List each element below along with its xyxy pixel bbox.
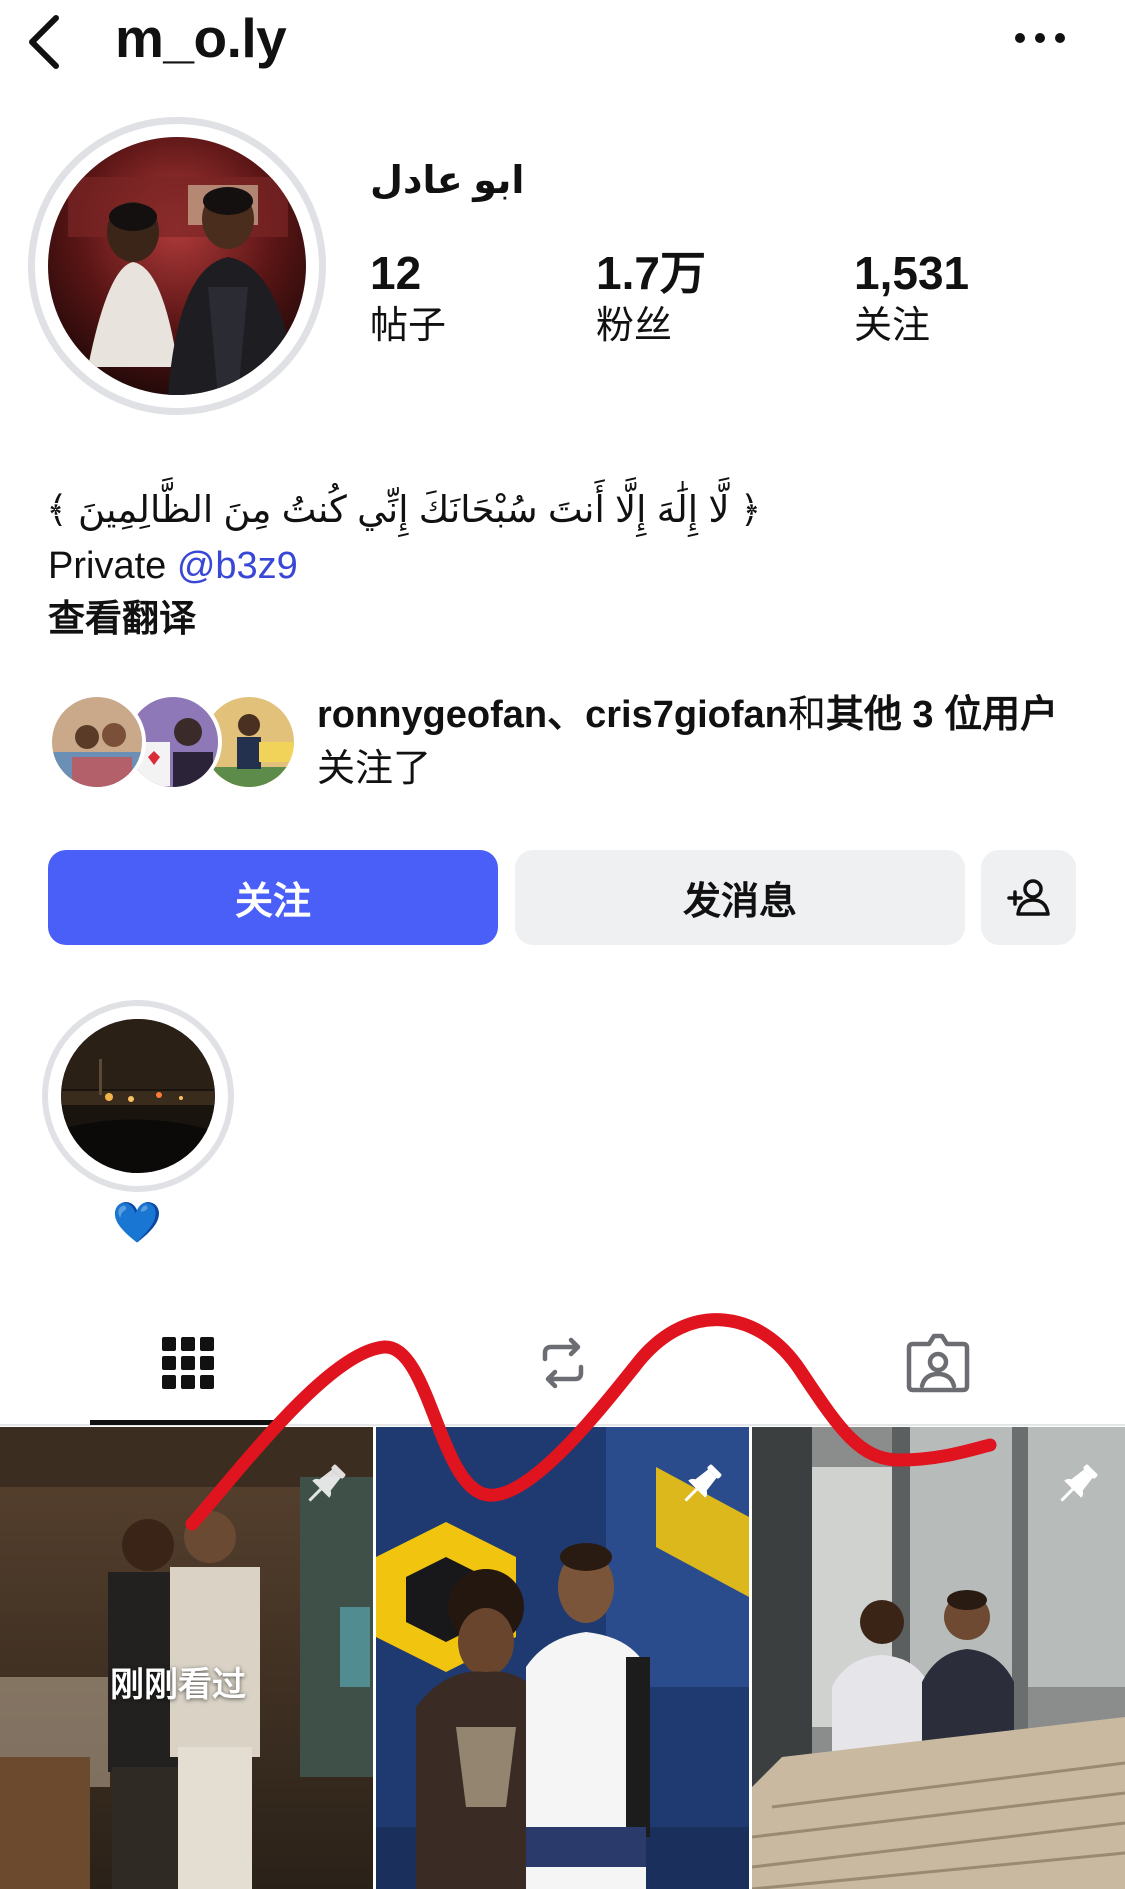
more-options-button[interactable] xyxy=(1010,16,1070,60)
active-tab-indicator xyxy=(90,1420,286,1425)
recently-viewed-label: 刚刚看过 xyxy=(110,1666,246,1704)
mutual-suffix: 关注了 xyxy=(317,748,432,790)
grid-icon xyxy=(161,1337,214,1389)
bio-private-label: Private xyxy=(48,545,167,587)
followers-count: 1.7万 xyxy=(596,247,706,299)
pinned-icon xyxy=(297,1457,353,1513)
display-name: ابو عادل xyxy=(370,160,525,202)
follow-button[interactable]: 关注 xyxy=(48,850,498,945)
mutual-others: 其他 3 位用户 xyxy=(825,694,1059,736)
grid-post[interactable] xyxy=(752,1427,1125,1889)
add-person-icon xyxy=(1006,878,1050,916)
mutual-followers-avatars[interactable] xyxy=(48,693,298,793)
mutual-connector: 和 xyxy=(787,694,826,736)
following-stat[interactable]: 1,531 关注 xyxy=(854,246,969,352)
posts-stat[interactable]: 12 帖子 xyxy=(370,246,446,352)
grid-post[interactable]: 刚刚看过 xyxy=(0,1427,373,1889)
more-horizontal-icon xyxy=(1015,33,1065,43)
grid-post[interactable] xyxy=(376,1427,749,1889)
suggested-users-button[interactable] xyxy=(981,850,1076,945)
tab-tagged[interactable] xyxy=(750,1300,1125,1426)
tab-reposts[interactable] xyxy=(375,1300,750,1426)
bio-handle-link[interactable]: @b3z9 xyxy=(177,545,298,587)
story-highlight-label: 💙 xyxy=(112,1201,162,1245)
posts-grid: 刚刚看过 xyxy=(0,1427,1125,1889)
mutual-names: ronnygeofan、cris7giofan xyxy=(317,694,788,736)
bio-arabic-verse: ﴿ لَّا إِلَٰهَ إِلَّا أَنتَ سُبْحَانَكَ … xyxy=(46,489,762,530)
message-button[interactable]: 发消息 xyxy=(515,850,965,945)
mutual-followers-text[interactable]: ronnygeofan、cris7giofan和其他 3 位用户关注了 xyxy=(317,688,1077,796)
chevron-left-icon xyxy=(29,15,59,69)
posts-count: 12 xyxy=(370,247,422,299)
profile-username: m_o.ly xyxy=(115,7,287,69)
pinned-icon xyxy=(1049,1457,1105,1513)
followers-label: 粉丝 xyxy=(596,305,673,347)
following-count: 1,531 xyxy=(854,247,970,299)
profile-avatar[interactable] xyxy=(48,137,306,395)
bio-private-line: Private @b3z9 xyxy=(48,540,298,592)
back-button[interactable] xyxy=(22,10,72,70)
story-highlight[interactable] xyxy=(61,1019,215,1173)
tab-posts-grid[interactable] xyxy=(0,1300,375,1426)
following-label: 关注 xyxy=(854,305,931,347)
profile-tabs xyxy=(0,1300,1125,1426)
top-bar: m_o.ly xyxy=(0,0,1125,84)
posts-label: 帖子 xyxy=(370,305,447,347)
mutual-avatar xyxy=(48,693,146,791)
pinned-icon xyxy=(673,1457,729,1513)
repost-icon xyxy=(542,1337,583,1389)
followers-stat[interactable]: 1.7万 粉丝 xyxy=(596,246,706,352)
see-translation-link[interactable]: 查看翻译 xyxy=(48,594,196,644)
tagged-person-icon xyxy=(906,1333,969,1393)
